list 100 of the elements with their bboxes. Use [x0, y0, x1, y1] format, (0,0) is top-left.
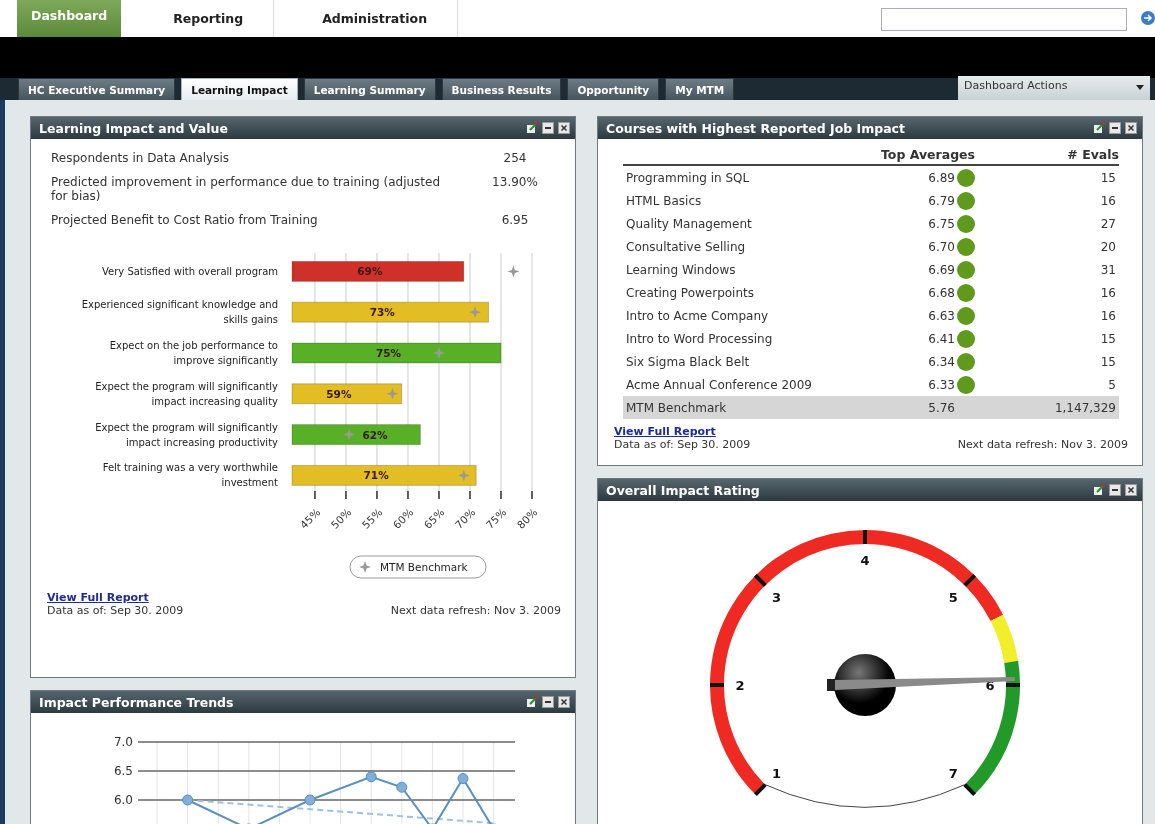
- evals-count: 15: [1099, 170, 1117, 185]
- bar-value-label: 59%: [326, 387, 352, 400]
- column-header: Top Averages: [879, 147, 976, 162]
- data-point: [304, 794, 316, 806]
- course-name: Six Sigma Black Belt: [625, 354, 751, 369]
- course-name: Consultative Selling: [625, 239, 747, 254]
- average-value: 6.79: [928, 193, 955, 208]
- evals-count: 20: [1099, 239, 1117, 254]
- average-value: 6.63: [928, 308, 955, 323]
- average-value: 6.41: [928, 331, 955, 346]
- course-name: MTM Benchmark: [625, 400, 728, 415]
- view-tab[interactable]: Learning Summary: [303, 78, 436, 100]
- category-label: Expect the program will significantly impact increasing productivity: [94, 420, 278, 450]
- course-name: Acme Annual Conference 2009: [625, 377, 813, 392]
- benchmark-marker: [386, 387, 399, 400]
- course-name: Learning Windows: [625, 262, 737, 277]
- average-value: 6.33: [928, 377, 955, 392]
- stat-value: 6.95: [500, 213, 530, 227]
- data-point: [365, 771, 377, 783]
- evals-count: 15: [1099, 331, 1117, 346]
- course-name: Programming in SQL: [625, 170, 751, 185]
- benchmark-marker: [343, 428, 356, 441]
- evals-count: 15: [1099, 354, 1117, 369]
- minimize-icon[interactable]: [542, 122, 554, 134]
- stat-value: 254: [502, 151, 528, 165]
- edit-icon[interactable]: [526, 696, 538, 708]
- bar-value-label: 71%: [363, 469, 389, 482]
- benchmark-marker: [457, 469, 470, 482]
- go-icon[interactable]: [1141, 11, 1155, 25]
- bar-value-label: 75%: [375, 347, 402, 359]
- search-field[interactable]: [881, 8, 1127, 31]
- benchmark-marker: [507, 265, 520, 278]
- close-icon[interactable]: [1125, 122, 1137, 134]
- gauge-tick-label: 1: [772, 766, 782, 782]
- gauge-tick-label: 7: [948, 766, 958, 782]
- bar-value-label: 62%: [362, 428, 388, 441]
- column-header: # Evals: [1066, 147, 1119, 162]
- panel-title: Impact Performance Trends: [39, 694, 235, 710]
- stat-label: Respondents in Data Analysis: [51, 151, 231, 165]
- data-date: Data as of: Sep 30. 2009: [614, 438, 751, 451]
- data-point: [396, 781, 408, 793]
- category-label: Expect on the job performance to improve significantly: [108, 339, 278, 368]
- average-value: 5.76: [928, 400, 955, 415]
- view-tab[interactable]: Learning Impact: [181, 78, 298, 100]
- data-date: Data as of: Sep 30. 2009: [47, 604, 184, 617]
- view-report-link[interactable]: View Full Report: [614, 425, 716, 438]
- evals-count: 27: [1099, 216, 1117, 231]
- stat-value: 13.90%: [491, 175, 539, 191]
- y-tick-label: 7.0: [113, 735, 133, 749]
- view-tab[interactable]: Opportunity: [567, 78, 660, 100]
- edit-icon[interactable]: [526, 122, 538, 134]
- category-label: Expect the program will significantly impact increasing quality: [94, 379, 278, 409]
- bar-value-label: 69%: [357, 265, 383, 278]
- stat-label: Predicted improvement in performance due to training (adjusted for bias): [51, 175, 442, 203]
- benchmark-marker: [433, 347, 445, 359]
- course-name: Creating Powerpoints: [625, 285, 755, 300]
- benchmark-marker: [468, 306, 481, 319]
- evals-count: 1,147,329: [1053, 400, 1117, 415]
- legend-label: MTM Benchmark: [380, 561, 469, 573]
- evals-count: 31: [1099, 262, 1117, 277]
- evals-count: 5: [1107, 377, 1117, 392]
- minimize-icon[interactable]: [1109, 484, 1121, 496]
- view-tab[interactable]: My MTM: [665, 78, 735, 100]
- y-tick-label: 6.5: [113, 764, 133, 778]
- close-icon[interactable]: [1125, 484, 1137, 496]
- dashboard-actions-dropdown[interactable]: Dashboard Actions: [958, 76, 1150, 100]
- average-value: 6.89: [928, 170, 955, 185]
- average-value: 6.34: [928, 354, 955, 369]
- category-label: Experienced significant knowledge and skills gains: [80, 298, 278, 328]
- course-name: HTML Basics: [625, 193, 703, 208]
- chart-legend: MTM Benchmark: [349, 555, 487, 579]
- view-tab[interactable]: HC Executive Summary: [18, 78, 176, 100]
- evals-count: 16: [1099, 193, 1117, 208]
- data-point: [457, 773, 469, 785]
- average-value: 6.68: [928, 285, 955, 300]
- edit-icon[interactable]: [1093, 122, 1105, 134]
- view-report-link[interactable]: View Full Report: [47, 591, 149, 604]
- gauge-tick-label: 4: [860, 553, 870, 568]
- course-name: Intro to Word Processing: [625, 331, 774, 346]
- close-icon[interactable]: [558, 696, 570, 708]
- minimize-icon[interactable]: [1109, 122, 1121, 134]
- panel-title: Courses with Highest Reported Job Impact: [606, 120, 906, 136]
- evals-count: 16: [1099, 285, 1117, 300]
- stat-label: Projected Benefit to Cost Ratio from Training: [51, 213, 319, 227]
- bar-value-label: 73%: [369, 306, 395, 319]
- close-icon[interactable]: [558, 122, 570, 134]
- minimize-icon[interactable]: [542, 696, 554, 708]
- average-value: 6.70: [928, 239, 955, 254]
- view-tab[interactable]: Business Results: [441, 78, 562, 100]
- course-name: Intro to Acme Company: [625, 308, 770, 323]
- refresh-date: Next data refresh: Nov 3. 2009: [957, 438, 1128, 451]
- gauge-tick-label: 5: [948, 589, 958, 605]
- course-name: Quality Management: [625, 216, 753, 231]
- data-point: [182, 794, 194, 806]
- gauge-tick-label: 2: [735, 678, 745, 693]
- edit-icon[interactable]: [1093, 484, 1105, 496]
- refresh-date: Next data refresh: Nov 3. 2009: [390, 604, 561, 617]
- average-value: 6.75: [928, 216, 955, 231]
- caret-icon: [1136, 85, 1144, 90]
- evals-count: 16: [1099, 308, 1117, 323]
